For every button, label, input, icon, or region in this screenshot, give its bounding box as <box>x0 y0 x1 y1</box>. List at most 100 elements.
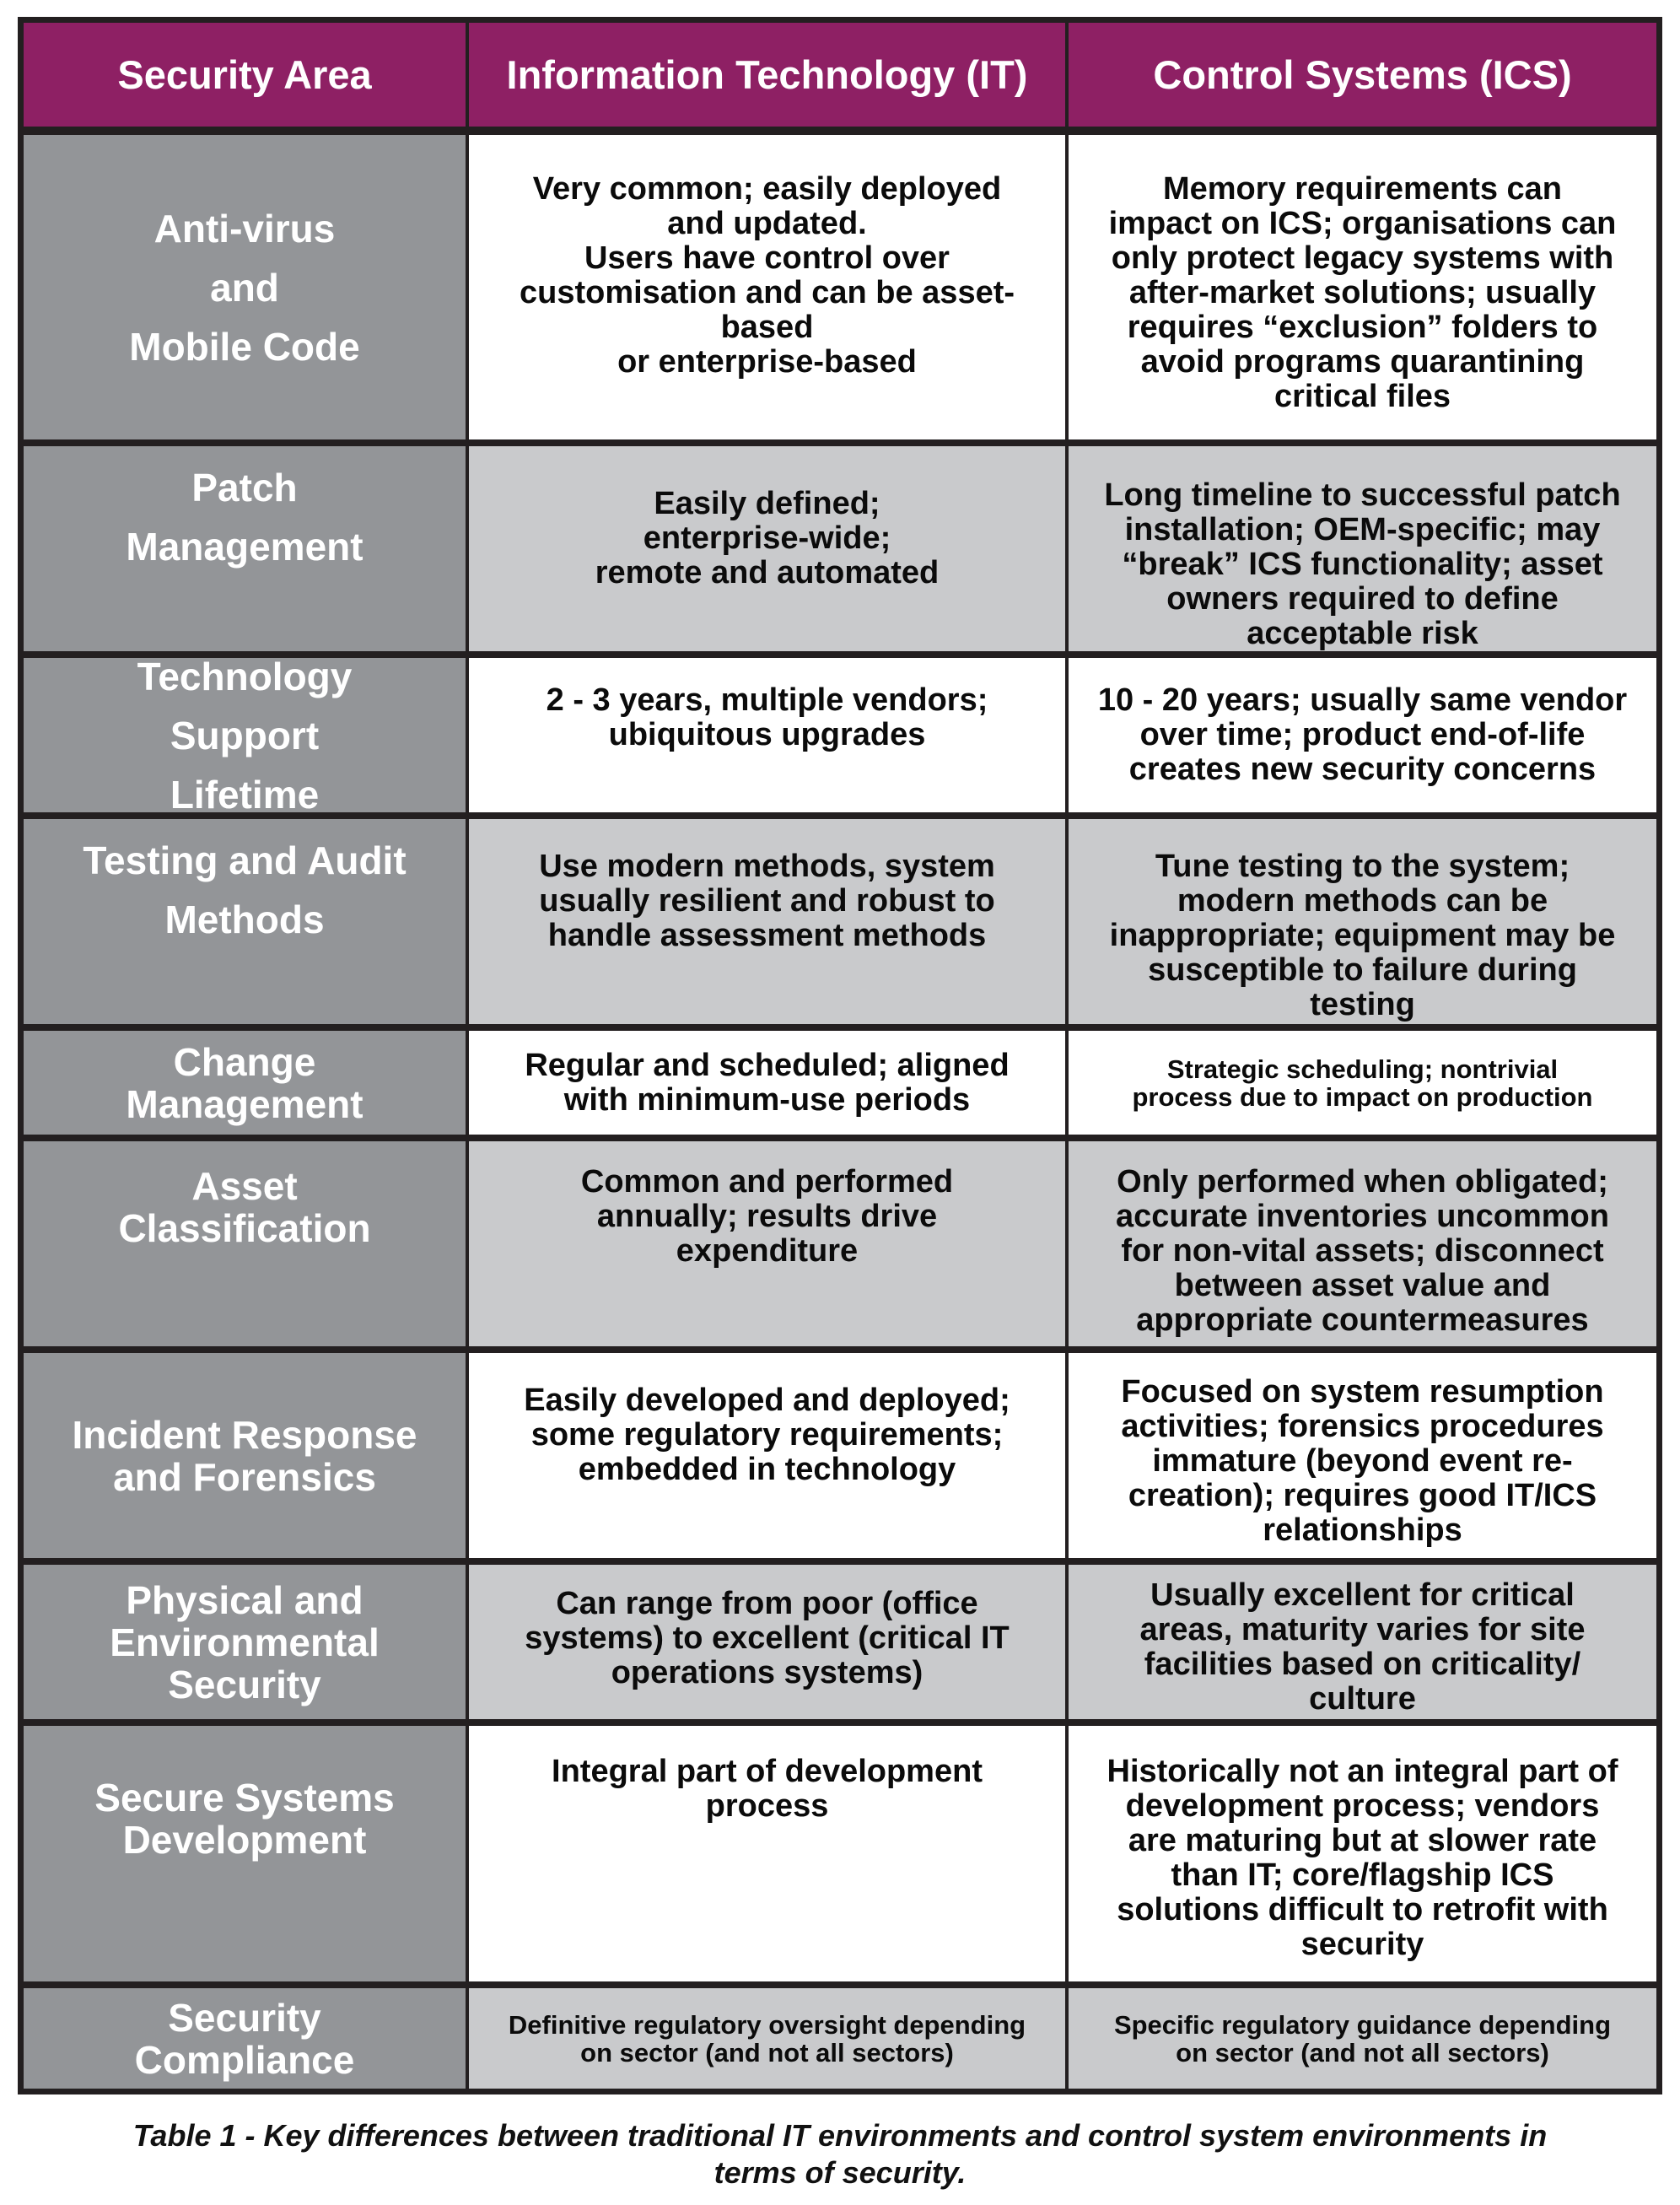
cell-text-line: areas, maturity varies for site <box>1139 1612 1586 1647</box>
cell-text-line: on sector (and not all sectors) <box>1176 2037 1549 2068</box>
it-cell: Regular and scheduled; aligned with minim… <box>466 1031 1065 1135</box>
table-row: Physical and Environmental Security Can ra… <box>24 1558 1656 1719</box>
cell-text-line: Usually excellent for critical <box>1150 1577 1575 1613</box>
cell-text-line: Management <box>126 1081 363 1126</box>
cell-text-line: embedded in technology <box>578 1452 956 1487</box>
area-cell: Asset Classification <box>24 1141 466 1346</box>
header-information-technology: Information Technology (IT) <box>466 23 1065 127</box>
cell-text-line: Very common; easily deployed <box>532 171 1002 207</box>
cell-text-line: Physical and <box>126 1577 363 1622</box>
cell-text-line: facilities based on criticality/ <box>1144 1647 1581 1682</box>
cell-text-line: and updated. <box>667 206 867 241</box>
cell-text-line: Use modern methods, system <box>539 849 995 884</box>
cell-text-line: testing <box>1310 987 1415 1022</box>
cell-text-line: inappropriate; equipment may be <box>1109 918 1616 953</box>
table-row: Asset Classification Common and performed… <box>24 1135 1656 1346</box>
cell-text-line: on sector (and not all sectors) <box>580 2037 954 2068</box>
cell-text-line: acceptable risk <box>1247 616 1478 651</box>
cell-text-line: Development <box>122 1818 367 1862</box>
cell-text-line: relationships <box>1263 1512 1462 1548</box>
area-cell: Anti-virus and Mobile Code <box>24 135 466 439</box>
cell-text-line: Definitive regulatory oversight dependin… <box>508 2009 1026 2040</box>
cell-text-line: for non-vital assets; disconnect <box>1121 1233 1604 1269</box>
ics-cell: Specific regulatory guidance depending on… <box>1065 1988 1656 2089</box>
ics-cell: Only performed when obligated; accurate i… <box>1065 1141 1656 1346</box>
area-cell: Security Compliance <box>24 1988 466 2089</box>
cell-text-line: after-market solutions; usually <box>1128 275 1597 310</box>
ics-cell: Historically not an integral part of deve… <box>1065 1726 1656 1981</box>
table-row: Security Compliance Definitive regulatory… <box>24 1981 1656 2089</box>
it-cell: Common and performed annually; results dr… <box>466 1141 1065 1346</box>
cell-text-line: Classification <box>118 1206 371 1250</box>
header-security-area: Security Area <box>24 23 466 127</box>
cell-text-line: than IT; core/flagship ICS <box>1171 1857 1554 1893</box>
cell-text-line: modern methods can be <box>1177 883 1548 919</box>
caption-line: Table 1 - Key differences between tradit… <box>132 2118 1548 2153</box>
it-cell: Very common; easily deployed and updated.… <box>466 135 1065 439</box>
cell-text-line: usually resilient and robust to <box>539 883 995 919</box>
cell-text-line: Methods <box>164 898 325 941</box>
cell-text-line: Environmental <box>110 1620 380 1664</box>
cell-text-line: Technology <box>137 658 353 698</box>
cell-text-line: Patch <box>191 466 298 509</box>
it-cell: Use modern methods, system usually resili… <box>466 819 1065 1024</box>
cell-text-line: Testing and Audit <box>83 838 407 882</box>
cell-text-line: ubiquitous upgrades <box>608 717 926 752</box>
cell-text-line: Change <box>173 1039 316 1084</box>
cell-text-line: creates new security concerns <box>1128 752 1597 787</box>
ics-cell: Tune testing to the system; modern method… <box>1065 819 1656 1024</box>
cell-text-line: “break” ICS functionality; asset <box>1122 547 1603 582</box>
cell-text-line: process due to impact on production <box>1132 1081 1593 1112</box>
cell-text-line: Specific regulatory guidance depending <box>1113 2009 1612 2040</box>
ics-cell: Strategic scheduling; nontrivial process … <box>1065 1031 1656 1135</box>
table-row: Secure Systems Development Integral part … <box>24 1719 1656 1981</box>
cell-text-line: creation); requires good IT/ICS <box>1128 1478 1597 1513</box>
area-cell: Technology Support Lifetime <box>24 658 466 812</box>
cell-text-line: some regulatory requirements; <box>530 1417 1004 1453</box>
cell-text-line: or enterprise-based <box>617 344 917 380</box>
cell-text-line: accurate inventories uncommon <box>1116 1199 1609 1234</box>
caption-line: terms of security. <box>713 2155 967 2190</box>
it-cell: Easily defined; enterprise-wide; remote an… <box>466 446 1065 651</box>
cell-text-line: Compliance <box>134 2037 355 2082</box>
cell-text-line: requires “exclusion” folders to <box>1127 310 1598 345</box>
table-caption: Table 1 - Key differences between tradit… <box>0 2117 1680 2192</box>
cell-text-line: annually; results drive <box>596 1199 938 1234</box>
it-cell: 2 - 3 years, multiple vendors; ubiquitous… <box>466 658 1065 812</box>
cell-text-line: Easily defined; <box>654 486 880 521</box>
cell-text-line: Integral part of development <box>552 1754 983 1789</box>
cell-text-line: owners required to define <box>1166 581 1559 617</box>
cell-text-line: Regular and scheduled; aligned <box>525 1047 1010 1083</box>
cell-text-line: Memory requirements can <box>1162 171 1563 207</box>
cell-text-line: Long timeline to successful patch <box>1104 477 1621 513</box>
area-cell: Physical and Environmental Security <box>24 1565 466 1719</box>
cell-text-line: Anti-virus <box>153 206 336 251</box>
cell-text-line: Only performed when obligated; <box>1117 1164 1608 1200</box>
cell-text-line: Lifetime <box>170 772 320 813</box>
cell-text-line: Security <box>168 1995 321 2040</box>
cell-text-line: Incident Response <box>72 1412 417 1457</box>
cell-text-line: Focused on system resumption <box>1121 1374 1604 1410</box>
cell-text-line: Strategic scheduling; nontrivial <box>1166 1054 1559 1084</box>
cell-text-line: Secure Systems <box>94 1776 395 1820</box>
it-cell: Can range from poor (office systems) to e… <box>466 1565 1065 1719</box>
cell-text-line: culture <box>1309 1681 1416 1717</box>
cell-text-line: enterprise-wide; <box>643 520 891 556</box>
cell-text-line: Mobile Code <box>129 324 360 369</box>
cell-text-line: Historically not an integral part of <box>1107 1754 1618 1789</box>
area-cell: Secure Systems Development <box>24 1726 466 1981</box>
cell-text-line: are maturing but at slower rate <box>1128 1823 1597 1858</box>
cell-text-line: between asset value and <box>1174 1268 1551 1303</box>
table-row: Testing and Audit Methods Use modern meth… <box>24 812 1656 1024</box>
cell-text-line: operations systems) <box>611 1655 923 1690</box>
ics-cell: 10 - 20 years; usually same vendor over t… <box>1065 658 1656 812</box>
cell-text-line: Can range from poor (office <box>556 1586 978 1621</box>
ics-cell: Memory requirements can impact on ICS; or… <box>1065 135 1656 439</box>
cell-text-line: activities; forensics procedures <box>1121 1409 1604 1444</box>
table-row: Anti-virus and Mobile Code Very common; ea… <box>24 127 1656 439</box>
cell-text-line: appropriate countermeasures <box>1136 1302 1589 1338</box>
area-cell: Change Management <box>24 1031 466 1135</box>
area-cell: Testing and Audit Methods <box>24 819 466 1024</box>
cell-text-line: 2 - 3 years, multiple vendors; <box>546 682 988 718</box>
cell-text-line: immature (beyond event re- <box>1152 1443 1573 1479</box>
